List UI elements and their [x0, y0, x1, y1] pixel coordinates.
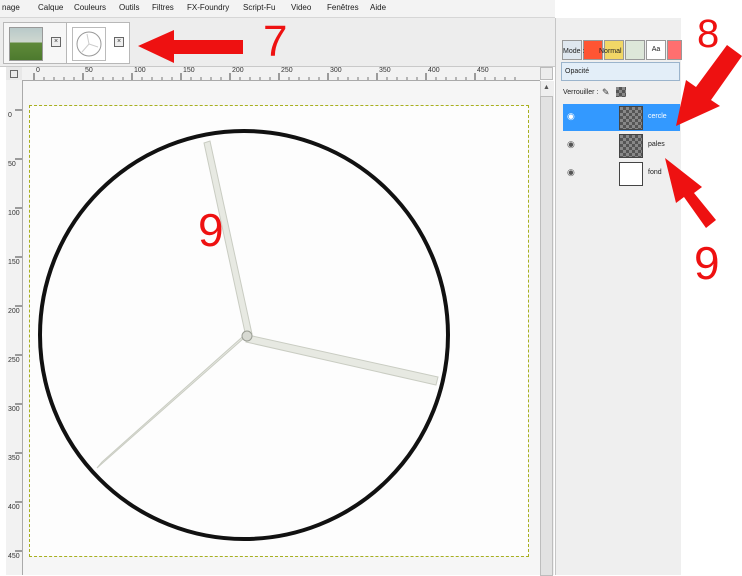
annotation-overlay	[138, 30, 742, 228]
arrow-down-left-annotation	[676, 45, 742, 126]
annotation-number-tab: 7	[263, 17, 288, 66]
annotation-number-canvas: 9	[198, 204, 224, 256]
arrow-left-annotation	[138, 30, 243, 63]
annotation-number-layer: 8	[697, 12, 720, 56]
arrow-up-left-annotation	[665, 158, 716, 228]
annotation-number-panel: 9	[694, 237, 720, 289]
